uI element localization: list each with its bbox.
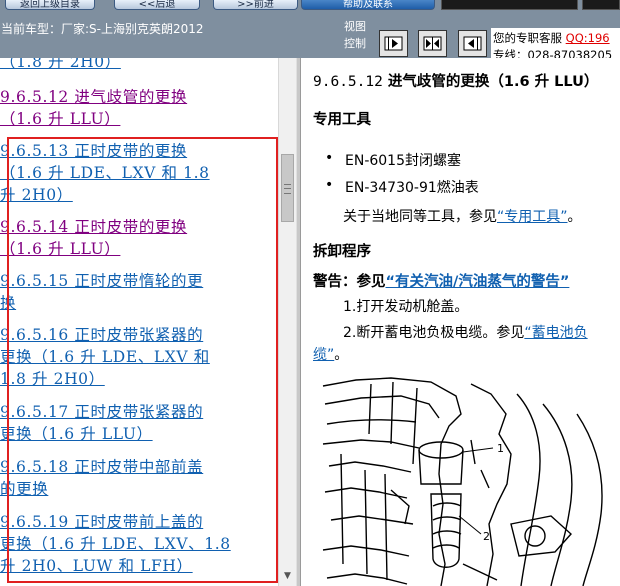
view-right-pane-button[interactable] <box>458 30 487 57</box>
scroll-thumb[interactable] <box>281 154 294 222</box>
gasoline-warning-link[interactable]: “有关汽油/汽油蒸气的警告” <box>386 274 570 290</box>
removal-procedure-heading: 拆卸程序 <box>313 244 371 260</box>
forward-button[interactable]: >>前进 <box>213 0 298 10</box>
special-tools-link[interactable]: “专用工具” <box>497 209 568 225</box>
toc-scrollbar[interactable]: ▼ <box>278 58 296 586</box>
qq-link[interactable]: QQ:196 <box>566 31 610 45</box>
view-control-label: 视图控制 <box>344 20 366 50</box>
figure-callout-1: 1 <box>497 442 504 455</box>
toc-link[interactable]: 9.6.5.17 正时皮带张紧器的 <box>0 401 203 423</box>
toc-link[interactable]: 的更换 <box>0 478 48 500</box>
view-split-button[interactable] <box>418 30 447 57</box>
toc-link[interactable]: 升 2H0、LUW 和 LFH） <box>0 555 193 577</box>
tool-item: EN-6015封闭螺塞 <box>325 150 461 170</box>
scroll-down-arrow-icon[interactable]: ▼ <box>279 568 296 585</box>
engine-illustration: 1 2 <box>322 377 603 586</box>
view-left-pane-button[interactable] <box>379 30 408 57</box>
toc-link[interactable]: 9.6.5.13 正时皮带的更换 <box>0 140 187 162</box>
toc-link[interactable]: 换 <box>0 292 16 314</box>
content-pane: 9.6.5.12 进气歧管的更换（1.6 升 LLU） 专用工具 EN-6015… <box>301 58 620 586</box>
toc-link[interactable]: 更换（1.6 升 LLU） <box>0 423 153 445</box>
toc-link[interactable]: 更换（1.6 升 LDE、LXV 和 <box>0 346 210 368</box>
toc-link[interactable]: 9.6.5.18 正时皮带中部前盖 <box>0 456 203 478</box>
right-triangle-icon <box>384 36 403 51</box>
toc-link[interactable]: 1.8 升 2H0） <box>0 368 105 390</box>
back-button[interactable]: <<后退 <box>114 0 200 10</box>
toc-link[interactable]: 9.6.5.12 进气歧管的更换 <box>0 86 187 108</box>
battery-cable-link[interactable]: “蓄电池负 <box>524 325 587 341</box>
help-contact-button[interactable]: 帮助及联系 <box>301 0 435 10</box>
toc-link[interactable]: （1.6 升 LLU） <box>0 238 120 260</box>
figure-callout-2: 2 <box>483 530 490 543</box>
warning-line: 警告：参见“有关汽油/汽油蒸气的警告” <box>313 274 570 290</box>
left-triangle-icon <box>463 36 482 51</box>
top-toolbar: 返回上级目录 <<后退 >>前进 帮助及联系 当前车型：厂家:S-上海别克英朗2… <box>0 0 620 58</box>
page-title: 9.6.5.12 进气歧管的更换（1.6 升 LLU） <box>313 74 599 90</box>
step-2: 2.断开蓄电池负极电缆。参见“蓄电池负 <box>343 325 588 341</box>
toc-link[interactable]: （1.8 升 2H0） <box>0 58 121 73</box>
battery-cable-link-cont[interactable]: 缆” <box>313 347 334 363</box>
toc-link[interactable]: 更换（1.6 升 LDE、LXV、1.8 <box>0 533 231 555</box>
toc-link[interactable]: （1.6 升 LLU） <box>0 108 120 130</box>
toc-pane: （1.8 升 2H0） 9.6.5.12 进气歧管的更换 （1.6 升 LLU） … <box>0 58 278 586</box>
tool-item: EN-34730-91燃油表 <box>325 177 479 197</box>
up-directory-button[interactable]: 返回上级目录 <box>5 0 95 10</box>
current-model-label: 当前车型：厂家:S-上海别克英朗2012 <box>1 22 204 36</box>
equivalent-tools-note: 关于当地同等工具，参见“专用工具”。 <box>343 209 582 225</box>
toc-link[interactable]: 升 2H0） <box>0 184 73 206</box>
special-tools-heading: 专用工具 <box>313 112 371 128</box>
customer-service-box: 您的专职客服 QQ:196 专线：028-87038205 <box>491 28 620 58</box>
toc-link[interactable]: 9.6.5.14 正时皮带的更换 <box>0 216 187 238</box>
toc-link[interactable]: （1.6 升 LDE、LXV 和 1.8 <box>0 162 210 184</box>
step-1: 1.打开发动机舱盖。 <box>343 299 469 315</box>
split-arrows-icon <box>423 36 442 51</box>
toc-link[interactable]: 9.6.5.15 正时皮带惰轮的更 <box>0 270 203 292</box>
toc-link[interactable]: 9.6.5.16 正时皮带张紧器的 <box>0 324 203 346</box>
grip-icon <box>284 184 291 194</box>
step-2-continued: 缆”。 <box>313 347 349 363</box>
hotline-text: 专线：028-87038205 <box>493 48 613 58</box>
toolbar-dark-button-2[interactable] <box>582 0 620 10</box>
toc-link[interactable]: 9.6.5.19 正时皮带前上盖的 <box>0 511 203 533</box>
toolbar-dark-button[interactable] <box>441 0 578 10</box>
customer-service-label: 您的专职客服 <box>493 31 562 45</box>
